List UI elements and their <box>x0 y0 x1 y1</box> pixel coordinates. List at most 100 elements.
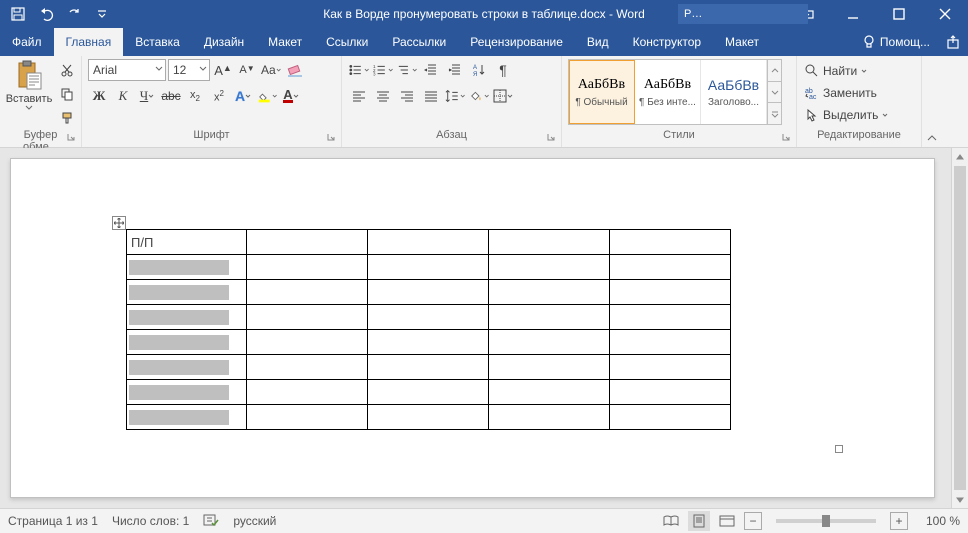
grow-font-button[interactable]: A▲ <box>212 59 234 81</box>
gallery-row-down[interactable] <box>768 82 781 104</box>
style-normal[interactable]: АаБбВв ¶ Обычный <box>569 60 635 124</box>
styles-launcher[interactable] <box>780 131 792 143</box>
format-painter-button[interactable] <box>56 107 78 129</box>
table-cell-selected[interactable] <box>127 280 247 305</box>
cut-icon <box>60 63 74 77</box>
styles-gallery[interactable]: АаБбВв ¶ Обычный АаБбВв ¶ Без инте... Аа… <box>568 59 782 125</box>
table-cell-selected[interactable] <box>127 255 247 280</box>
undo-icon[interactable] <box>34 2 58 26</box>
clear-formatting-button[interactable] <box>284 59 306 81</box>
style-heading1[interactable]: АаБбВв Заголово... <box>701 60 767 124</box>
select-button[interactable]: Выделить <box>803 105 890 125</box>
font-size-select[interactable]: 12 <box>168 59 210 81</box>
numbering-button[interactable]: 123 <box>372 59 394 81</box>
style-nospacing[interactable]: АаБбВв ¶ Без инте... <box>635 60 701 124</box>
status-words[interactable]: Число слов: 1 <box>112 514 189 528</box>
bucket-icon <box>469 89 484 103</box>
underline-button[interactable]: Ч <box>136 85 158 107</box>
share-button[interactable] <box>938 28 968 56</box>
document-table[interactable]: П/П <box>126 229 731 430</box>
decrease-indent-button[interactable] <box>420 59 442 81</box>
status-page[interactable]: Страница 1 из 1 <box>8 514 98 528</box>
table-cell-selected[interactable] <box>127 380 247 405</box>
table-cell-selected[interactable] <box>127 405 247 430</box>
paste-button[interactable]: Вставить <box>6 59 52 110</box>
shading-button[interactable] <box>468 85 490 107</box>
font-launcher[interactable] <box>325 131 337 143</box>
tab-design[interactable]: Дизайн <box>192 28 256 56</box>
zoom-slider[interactable] <box>776 519 876 523</box>
scroll-up[interactable] <box>952 148 968 165</box>
table-move-handle[interactable] <box>112 216 126 230</box>
table-cell-selected[interactable] <box>127 330 247 355</box>
tab-insert[interactable]: Вставка <box>123 28 192 56</box>
tab-references[interactable]: Ссылки <box>314 28 380 56</box>
justify-icon <box>424 90 438 102</box>
table-cell[interactable]: П/П <box>127 230 247 255</box>
qat-customize-icon[interactable] <box>90 2 114 26</box>
font-color-button[interactable]: A <box>280 85 302 107</box>
sort-button[interactable]: AЯ <box>468 59 490 81</box>
strikethrough-button[interactable]: abc <box>160 85 182 107</box>
cut-button[interactable] <box>56 59 78 81</box>
vertical-scrollbar[interactable] <box>951 148 968 508</box>
copy-button[interactable] <box>56 83 78 105</box>
maximize-icon[interactable] <box>876 0 922 28</box>
multilevel-list-button[interactable] <box>396 59 418 81</box>
redo-icon[interactable] <box>62 2 86 26</box>
gallery-row-up[interactable] <box>768 60 781 82</box>
increase-indent-button[interactable] <box>444 59 466 81</box>
zoom-in-button[interactable]: + <box>890 512 908 530</box>
show-marks-button[interactable]: ¶ <box>492 59 514 81</box>
subscript-button[interactable]: x2 <box>184 85 206 107</box>
align-right-button[interactable] <box>396 85 418 107</box>
align-center-button[interactable] <box>372 85 394 107</box>
minimize-icon[interactable] <box>830 0 876 28</box>
document-page[interactable]: П/П <box>10 158 935 498</box>
zoom-slider-thumb[interactable] <box>822 515 830 527</box>
collapse-ribbon-button[interactable] <box>922 56 942 147</box>
status-language[interactable]: русский <box>233 514 276 528</box>
save-icon[interactable] <box>6 2 30 26</box>
justify-button[interactable] <box>420 85 442 107</box>
table-resize-handle[interactable] <box>835 445 843 453</box>
zoom-out-button[interactable]: − <box>744 512 762 530</box>
tab-table-design[interactable]: Конструктор <box>621 28 713 56</box>
clipboard-launcher[interactable] <box>65 131 77 143</box>
italic-button[interactable]: К <box>112 85 134 107</box>
highlight-button[interactable] <box>256 85 278 107</box>
scroll-down[interactable] <box>952 491 968 508</box>
read-mode-button[interactable] <box>660 511 682 531</box>
tell-me[interactable]: Помощ... <box>850 28 938 56</box>
table-cell-selected[interactable] <box>127 355 247 380</box>
superscript-button[interactable]: x2 <box>208 85 230 107</box>
tab-mailings[interactable]: Рассылки <box>380 28 458 56</box>
tab-review[interactable]: Рецензирование <box>458 28 575 56</box>
text-effects-button[interactable]: A <box>232 85 254 107</box>
gallery-expand[interactable] <box>768 103 781 124</box>
web-layout-button[interactable] <box>716 511 738 531</box>
proofing-icon[interactable] <box>203 513 219 530</box>
font-name-select[interactable]: Arial <box>88 59 166 81</box>
paragraph-launcher[interactable] <box>545 131 557 143</box>
find-button[interactable]: Найти <box>803 61 890 81</box>
replace-button[interactable]: abac Заменить <box>803 83 890 103</box>
tab-view[interactable]: Вид <box>575 28 621 56</box>
borders-button[interactable] <box>492 85 514 107</box>
shrink-font-button[interactable]: A▼ <box>236 59 258 81</box>
scroll-thumb[interactable] <box>954 166 966 490</box>
bold-button[interactable]: Ж <box>88 85 110 107</box>
zoom-level[interactable]: 100 % <box>914 514 960 528</box>
close-icon[interactable] <box>922 0 968 28</box>
line-spacing-button[interactable] <box>444 85 466 107</box>
table-cell-selected[interactable] <box>127 305 247 330</box>
tab-file[interactable]: Файл <box>0 28 54 56</box>
tab-layout[interactable]: Макет <box>256 28 314 56</box>
change-case-button[interactable]: Aa <box>260 59 282 81</box>
align-left-button[interactable] <box>348 85 370 107</box>
tab-home[interactable]: Главная <box>54 28 124 56</box>
bullets-button[interactable] <box>348 59 370 81</box>
tab-table-layout[interactable]: Макет <box>713 28 771 56</box>
account-box[interactable]: Р… <box>678 4 808 24</box>
print-layout-button[interactable] <box>688 511 710 531</box>
